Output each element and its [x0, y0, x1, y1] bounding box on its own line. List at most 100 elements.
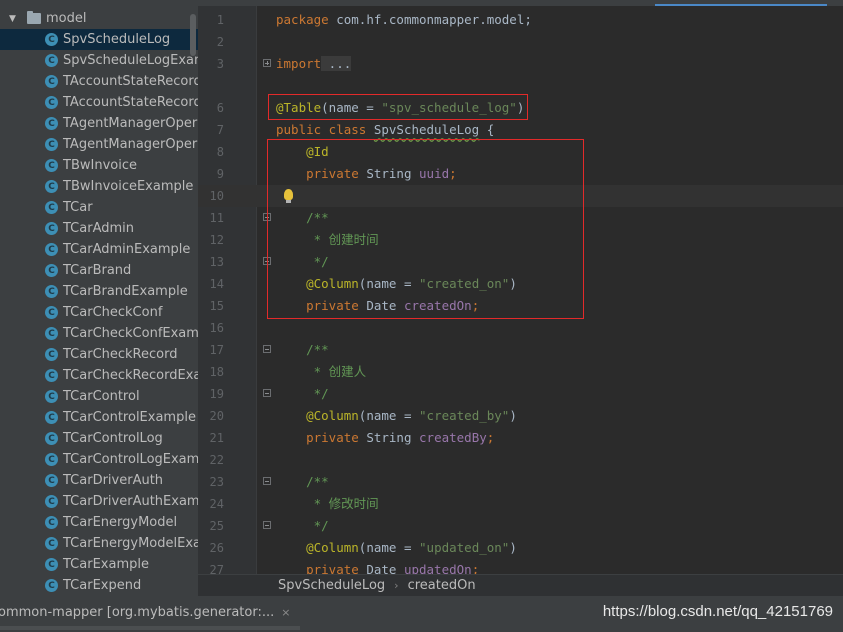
code-line[interactable]: 22	[198, 449, 843, 471]
tree-item[interactable]: C TBwInvoiceExample	[0, 176, 198, 197]
code-line[interactable]: 20 @Column(name = "created_by")	[198, 405, 843, 427]
line-number: 26	[209, 541, 224, 555]
tree-item[interactable]: C TAccountStateRecord	[0, 71, 198, 92]
class-name: SpvScheduleLog	[373, 122, 480, 137]
folder-model[interactable]: ▼ model	[0, 8, 198, 29]
breadcrumb-member[interactable]: createdOn	[408, 578, 476, 593]
tree-item[interactable]: C TCar	[0, 197, 198, 218]
line-number: 12	[209, 233, 224, 247]
fold-toggle-icon[interactable]	[263, 477, 271, 485]
string-literal: "updated_on"	[419, 540, 510, 555]
close-icon[interactable]: ×	[281, 606, 290, 619]
code-line[interactable]: 26 @Column(name = "updated_on")	[198, 537, 843, 559]
breadcrumb-class[interactable]: SpvScheduleLog	[198, 578, 385, 593]
code-line[interactable]: 18 * 创建人	[198, 361, 843, 383]
class-icon: C	[45, 537, 58, 550]
line-number: 2	[216, 35, 224, 49]
tree-item[interactable]: C TCarCheckConfExample	[0, 323, 198, 344]
line-number: 13	[209, 255, 224, 269]
code-line[interactable]: 3 import ...	[198, 53, 843, 75]
tree-item-label: TCarControl	[63, 389, 140, 404]
folded-imports[interactable]: ...	[321, 56, 352, 71]
tree-item[interactable]: C TCarCheckRecord	[0, 344, 198, 365]
tree-item[interactable]: C TCarControl	[0, 386, 198, 407]
class-list: C SpvScheduleLog C SpvScheduleLogExample C TA…	[0, 29, 198, 596]
class-icon: C	[45, 180, 58, 193]
fold-toggle-icon[interactable]	[263, 521, 271, 529]
code-line[interactable]: 17 /**	[198, 339, 843, 361]
tree-item[interactable]: C TCarExample	[0, 554, 198, 575]
tree-item-label: TCarCheckConf	[63, 305, 163, 320]
fold-toggle-icon[interactable]	[263, 345, 271, 353]
comment: * 修改时间	[306, 496, 379, 511]
tree-item-label: TAccountStateRecord	[63, 74, 198, 89]
tree-item[interactable]: C TCarAdminExample	[0, 239, 198, 260]
tree-item[interactable]: C TAccountStateRecordExample	[0, 92, 198, 113]
tree-item[interactable]: C TCarCheckRecordExample	[0, 365, 198, 386]
tree-item[interactable]: C TCarControlLog	[0, 428, 198, 449]
class-icon: C	[45, 222, 58, 235]
tree-item-label: TCarCheckRecord	[63, 347, 178, 362]
code-line[interactable]: 23 /**	[198, 471, 843, 493]
tree-item[interactable]: C SpvScheduleLog	[0, 29, 198, 50]
tree-item[interactable]: C TCarDriverAuthExample	[0, 491, 198, 512]
class-icon: C	[45, 138, 58, 151]
code-line[interactable]: 16	[198, 317, 843, 339]
expand-arrow-icon[interactable]: ▼	[9, 14, 19, 24]
field-name: updatedOn	[403, 562, 472, 574]
tree-item[interactable]: C TCarBrand	[0, 260, 198, 281]
tree-item[interactable]: C TCarEnergyModelExample	[0, 533, 198, 554]
tree-item[interactable]: C TBwInvoice	[0, 155, 198, 176]
tree-item-label: TCar	[63, 200, 93, 215]
class-icon: C	[45, 264, 58, 277]
code-line[interactable]: 19 */	[198, 383, 843, 405]
tree-item[interactable]: C TCarDriverAuth	[0, 470, 198, 491]
line-number: 1	[216, 13, 224, 27]
tree-item[interactable]: C TCarEnergyModel	[0, 512, 198, 533]
line-number: 11	[209, 211, 224, 225]
code-text: {	[479, 122, 495, 137]
comment: /**	[306, 474, 329, 489]
tree-item-label: TBwInvoiceExample	[63, 179, 194, 194]
fold-toggle-icon[interactable]	[263, 389, 271, 397]
line-number: 15	[209, 299, 224, 313]
breadcrumb-separator-icon: ›	[394, 579, 399, 592]
tree-item-label: TCarAdmin	[63, 221, 134, 236]
code-text: String	[358, 430, 420, 445]
class-icon: C	[45, 96, 58, 109]
tree-item[interactable]: C TCarCheckConf	[0, 302, 198, 323]
field-name: createdBy	[419, 430, 487, 445]
keyword: private	[306, 430, 359, 445]
code-line[interactable]: 1 package com.hf.commonmapper.model;	[198, 9, 843, 31]
keyword: package	[276, 12, 329, 27]
tree-item[interactable]: C TAgentManagerOperateLogExample	[0, 134, 198, 155]
code-line[interactable]: 24 * 修改时间	[198, 493, 843, 515]
tree-item-label: TAgentManagerOperateLog	[63, 116, 198, 131]
fold-toggle-icon[interactable]	[263, 59, 271, 67]
code-line[interactable]: 2	[198, 31, 843, 53]
tree-item[interactable]: C TCarAdmin	[0, 218, 198, 239]
tree-top-strip	[0, 0, 198, 6]
tree-item-label: TCarControlLog	[63, 431, 163, 446]
code-text: ;	[471, 562, 480, 574]
tree-item-label: SpvScheduleLog	[63, 32, 171, 47]
code-line[interactable]: 27 private Date updatedOn;	[198, 559, 843, 574]
code-text: Date	[358, 562, 404, 574]
tree-item[interactable]: C TCarControlExample	[0, 407, 198, 428]
code-line[interactable]: 25 */	[198, 515, 843, 537]
tree-item[interactable]: C TAgentManagerOperateLog	[0, 113, 198, 134]
run-tab[interactable]: ommon-mapper [org.mybatis.generator:... …	[0, 598, 300, 626]
code-line[interactable]: 7 public class SpvScheduleLog {	[198, 119, 843, 141]
class-icon: C	[45, 54, 58, 67]
class-icon: C	[45, 495, 58, 508]
tree-item[interactable]: C TCarControlLogExample	[0, 449, 198, 470]
code-text: (name =	[358, 540, 420, 555]
code-line[interactable]: 21 private String createdBy;	[198, 427, 843, 449]
tree-item[interactable]: C TCarExpend	[0, 575, 198, 596]
tree-item[interactable]: C TCarBrandExample	[0, 281, 198, 302]
line-number: 6	[216, 101, 224, 115]
tree-item-label: TAgentManagerOperateLogExample	[63, 137, 198, 152]
tree-scrollbar[interactable]	[190, 14, 196, 56]
class-icon: C	[45, 33, 58, 46]
tree-item[interactable]: C SpvScheduleLogExample	[0, 50, 198, 71]
